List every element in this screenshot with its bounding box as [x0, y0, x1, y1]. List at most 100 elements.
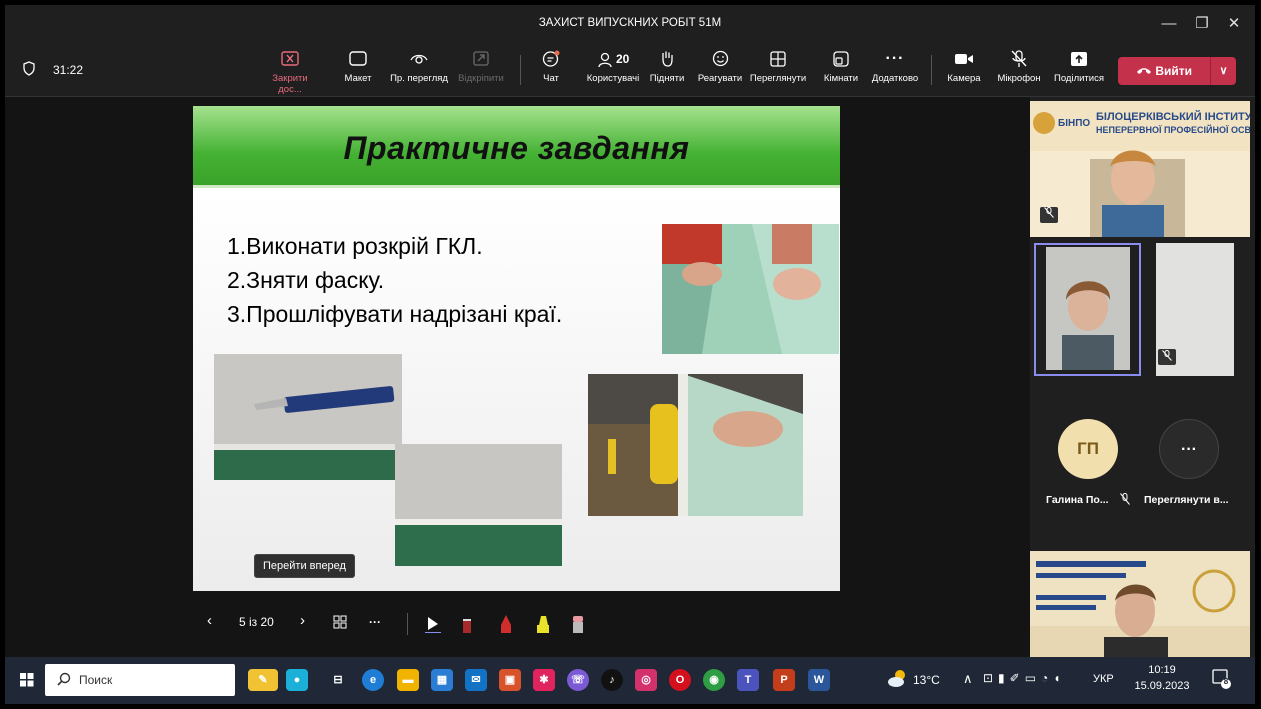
task-view-icon[interactable]: ⊟: [327, 669, 349, 691]
avatar[interactable]: ГП: [1058, 419, 1118, 479]
viber-icon[interactable]: ☏: [567, 669, 589, 691]
eraser-tool-icon[interactable]: [572, 615, 584, 636]
participant-tile-banner[interactable]: БІНПО БІЛОЦЕРКІВСЬКИЙ ІНСТИТУТ НЕПЕРЕРВН…: [1030, 101, 1250, 237]
mic-muted-icon: [1040, 207, 1058, 223]
banner-subtitle: НЕПЕРЕРВНОЇ ПРОФЕСІЙНОЇ ОСВІТИ: [1096, 125, 1250, 135]
minimize-icon[interactable]: —: [1156, 11, 1182, 37]
notification-icon[interactable]: 8: [1212, 669, 1232, 689]
word-icon[interactable]: W: [808, 669, 830, 691]
maximize-icon[interactable]: ❐: [1189, 11, 1215, 37]
people-button[interactable]: 20 Користувачі: [580, 47, 646, 93]
star-app-icon[interactable]: ✱: [533, 669, 555, 691]
pen-red-tool-icon[interactable]: [461, 615, 473, 636]
keyboard-language[interactable]: УКР: [1093, 673, 1114, 685]
participants-panel: БІНПО БІЛОЦЕРКІВСЬКИЙ ІНСТИТУТ НЕПЕРЕРВН…: [1030, 97, 1255, 657]
camera-button[interactable]: Камера: [944, 47, 984, 93]
share-button[interactable]: Поділитися: [1050, 47, 1108, 93]
slide-header: Практичне завдання: [193, 106, 840, 188]
banner-logo: БІНПО: [1058, 118, 1091, 129]
task-item: 2.Зняти фаску.: [227, 267, 385, 293]
photos-app-icon[interactable]: ▣: [499, 669, 521, 691]
taskbar-search[interactable]: Поиск: [45, 664, 235, 696]
shared-content-stage: Практичне завдання 1.Виконати розкрій ГК…: [5, 97, 1030, 657]
mic-off-icon: [993, 47, 1045, 71]
tray-chevron-icon[interactable]: ∧: [963, 671, 973, 687]
windows-taskbar: Поиск ✎ ● ⊟ e ▬ ▦ ✉ ▣ ✱ ☏ ♪ ◎ O ◉ T P W …: [5, 657, 1255, 704]
title-bar: ЗАХИСТ ВИПУСКНИХ РОБІТ 51М — ❐ ✕: [5, 5, 1255, 43]
hand-icon: [647, 47, 687, 71]
teams-window: ЗАХИСТ ВИПУСКНИХ РОБІТ 51М — ❐ ✕ 31:22 З…: [5, 5, 1255, 704]
slide-body: 1.Виконати розкрій ГКЛ. 2.Зняти фаску. 3…: [193, 191, 840, 591]
teams-icon[interactable]: T: [737, 669, 759, 691]
nav-divider: [407, 613, 408, 635]
slide-title: Практичне завдання: [343, 130, 690, 166]
photo-knife-on-board: [214, 354, 402, 480]
instagram-icon[interactable]: ◎: [635, 669, 657, 691]
highlighter-tool-icon[interactable]: [535, 615, 551, 636]
rooms-button[interactable]: Кімнати: [819, 47, 863, 93]
store-icon[interactable]: ▦: [431, 669, 453, 691]
slide-counter: 5 із 20: [239, 615, 274, 629]
opera-icon[interactable]: O: [669, 669, 691, 691]
mail-icon[interactable]: ✉: [465, 669, 487, 691]
people-icon: [597, 52, 613, 68]
file-explorer-icon[interactable]: ▬: [397, 669, 419, 691]
shield-icon: [23, 61, 35, 81]
participant-tile-active[interactable]: [1034, 243, 1141, 376]
leave-dropdown-chevron-icon[interactable]: ∨: [1210, 57, 1236, 85]
react-button[interactable]: Реагувати: [695, 47, 745, 93]
toolbar-divider: [520, 55, 521, 85]
smiley-icon: [695, 47, 745, 71]
tiktok-icon[interactable]: ♪: [601, 669, 623, 691]
unpin-icon: [455, 47, 507, 71]
task-item: 3.Прошліфувати надрізані краї.: [227, 301, 563, 327]
participant-tile-camera[interactable]: [1030, 551, 1250, 657]
raise-hand-button[interactable]: Підняти: [647, 47, 687, 93]
layout-button[interactable]: Макет: [339, 47, 377, 93]
notification-count: 8: [1223, 677, 1229, 686]
stop-share-icon: [262, 47, 318, 71]
more-participants-label: Переглянути в...: [1144, 494, 1229, 506]
camera-icon: [944, 47, 984, 71]
edge-icon[interactable]: e: [362, 669, 384, 691]
close-icon[interactable]: ✕: [1221, 11, 1247, 37]
powerpoint-icon[interactable]: P: [773, 669, 795, 691]
chat-button[interactable]: Чат: [537, 47, 565, 93]
weather-temp: 13°C: [913, 673, 940, 687]
next-slide-tooltip: Перейти вперед: [254, 554, 355, 578]
tray-icons[interactable]: ⊡▮✐▭◔◖: [983, 671, 1066, 685]
chat-icon: [537, 47, 565, 71]
more-button[interactable]: ··· Додатково: [870, 47, 920, 93]
pen-marker-tool-icon[interactable]: [499, 615, 513, 636]
clock-date[interactable]: 15.09.2023: [1132, 680, 1192, 692]
participant-name: Галина По...: [1046, 494, 1109, 506]
unpin-button[interactable]: Відкріпити: [455, 47, 507, 93]
view-button[interactable]: Переглянути: [745, 47, 811, 93]
people-count: 20: [615, 52, 630, 66]
meeting-timer: 31:22: [53, 63, 84, 77]
pointer-tool-icon[interactable]: [425, 615, 441, 636]
next-slide-chevron-icon[interactable]: ›: [300, 612, 305, 629]
slide-navigation: ‹ 5 із 20 › ···: [5, 609, 605, 639]
more-icon: ···: [885, 50, 905, 67]
share-icon: [1050, 47, 1108, 71]
meeting-toolbar: 31:22 Закрити дос... Макет Пр. перегляд …: [5, 43, 1255, 97]
clock-time[interactable]: 10:19: [1132, 664, 1192, 676]
photo-board-edge: [395, 444, 562, 566]
chrome-icon[interactable]: ◉: [703, 669, 725, 691]
slide-more-icon[interactable]: ···: [369, 615, 381, 629]
previous-slide-chevron-icon[interactable]: ‹: [207, 612, 212, 629]
phone-icon: [1136, 64, 1152, 78]
weather-icon: [887, 669, 909, 692]
search-highlight-icon[interactable]: ✎: [248, 669, 278, 691]
more-participants-button[interactable]: ···: [1159, 419, 1219, 479]
windows-start-icon[interactable]: [20, 673, 34, 692]
mic-button[interactable]: Мікрофон: [993, 47, 1045, 93]
presenter-view-button[interactable]: Пр. перегляд: [386, 47, 452, 93]
leave-button[interactable]: Вийти ∨: [1118, 57, 1236, 85]
avatar-app-icon[interactable]: ●: [286, 669, 308, 691]
participant-tile-blank[interactable]: [1156, 243, 1234, 376]
rooms-icon: [819, 47, 863, 71]
stop-share-button[interactable]: Закрити дос...: [262, 47, 318, 95]
slide-grid-icon[interactable]: [333, 615, 347, 632]
